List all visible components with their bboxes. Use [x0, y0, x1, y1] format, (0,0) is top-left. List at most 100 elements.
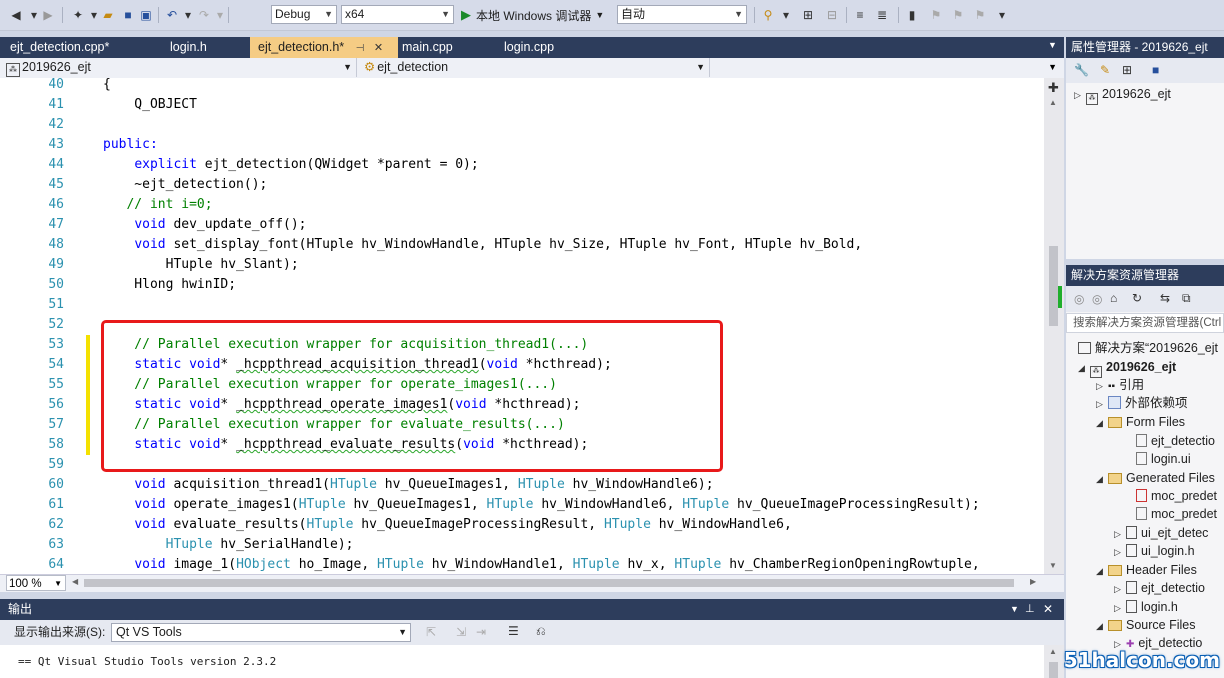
panel-menu-icon[interactable]: ▼	[1010, 599, 1019, 620]
tab-login-cpp[interactable]: login.cpp	[498, 37, 606, 58]
history-icon[interactable]: ↻	[1132, 291, 1142, 305]
output-source-select[interactable]: Qt VS Tools ▼	[111, 623, 411, 642]
editor-vertical-scrollbar[interactable]: ✚ ▲ ▼	[1044, 78, 1064, 574]
wrench-icon[interactable]: 🔧	[1074, 63, 1089, 77]
tab-overflow-icon[interactable]: ▼	[1048, 40, 1057, 50]
layout-icon[interactable]: ⊟	[824, 7, 840, 23]
close-icon[interactable]: ✕	[1043, 599, 1053, 620]
member-scope-select[interactable]: ▼	[711, 58, 1061, 77]
line-number: 57	[48, 417, 64, 432]
file-item[interactable]: ▷ login.h	[1114, 598, 1178, 616]
play-icon: ▶	[461, 7, 471, 22]
expand-icon: ▷	[1096, 381, 1103, 391]
zoom-select[interactable]: 100 % ▼	[6, 575, 66, 591]
line-number: 49	[48, 257, 64, 272]
pin-icon[interactable]: ⊣	[356, 43, 365, 54]
solution-search-input[interactable]: 搜索解决方案资源管理器(Ctrl	[1066, 313, 1224, 333]
form-files-folder[interactable]: ◢ Form Files	[1096, 413, 1185, 431]
file-item[interactable]: login.ui	[1136, 450, 1191, 468]
file-item[interactable]: ▷ ui_login.h	[1114, 542, 1195, 560]
dropdown-arrow-icon[interactable]: ▾	[778, 7, 794, 23]
code-editor[interactable]: 40 41 42 43 44 45 46 47 48 49 50 51 52 5…	[0, 78, 1044, 574]
undo-icon[interactable]: ↶	[164, 7, 180, 23]
horizontal-scrollbar-thumb[interactable]	[84, 579, 1014, 587]
back-icon[interactable]: ◀	[8, 7, 24, 23]
line-number-gutter: 40 41 42 43 44 45 46 47 48 49 50 51 52 5…	[0, 78, 98, 574]
scroll-right-icon[interactable]: ▶	[1030, 577, 1036, 586]
find-icon[interactable]: ⚲	[760, 7, 776, 23]
prev-message-icon[interactable]: ⇱	[426, 625, 436, 639]
next-bookmark-icon[interactable]: ⚑	[950, 7, 966, 23]
scroll-down-icon[interactable]: ▼	[1049, 561, 1057, 570]
prev-bookmark-icon[interactable]: ⚑	[928, 7, 944, 23]
watermark-logo: 51halcon.com	[1063, 648, 1220, 672]
folder-icon	[1108, 620, 1122, 631]
close-icon[interactable]: ✕	[374, 42, 383, 54]
toolbar-options-icon[interactable]: ▾	[994, 7, 1010, 23]
add-existing-icon[interactable]: ⊞	[1122, 63, 1132, 77]
tab-ejt-detection-cpp[interactable]: ejt_detection.cpp*	[0, 37, 160, 58]
bookmark-icon[interactable]: ▮	[904, 7, 920, 23]
code-line: HTuple hv_SerialHandle);	[165, 537, 354, 552]
project-node[interactable]: ◢ ⁂ 2019626_ejt	[1078, 358, 1176, 378]
next-message-icon[interactable]: ⇲	[456, 625, 466, 639]
generated-files-folder[interactable]: ◢ Generated Files	[1096, 469, 1215, 487]
project-scope-select[interactable]: ⁂ 2019626_ejt ▼	[6, 58, 357, 77]
word-wrap-icon[interactable]: ⎌	[536, 624, 546, 639]
forward-icon[interactable]: ▶	[40, 7, 56, 23]
dropdown-arrow-icon[interactable]: ▾	[180, 7, 196, 23]
save-all-icon[interactable]: ▣	[138, 7, 154, 23]
split-icon[interactable]: ✚	[1048, 80, 1059, 96]
goto-icon[interactable]: ⇥	[476, 625, 486, 639]
clear-bookmarks-icon[interactable]: ⚑	[972, 7, 988, 23]
scrollbar-thumb[interactable]	[1049, 246, 1058, 326]
references-node[interactable]: ▷ ▪▪ 引用	[1096, 376, 1144, 394]
output-vertical-scrollbar[interactable]: ▲	[1044, 645, 1064, 678]
back-icon[interactable]: ◎	[1074, 292, 1084, 306]
home-icon[interactable]: ⌂	[1110, 291, 1117, 305]
redo-icon[interactable]: ↷	[196, 7, 212, 23]
file-item[interactable]: ▷ ui_ejt_detec	[1114, 524, 1208, 542]
project-icon: ⁂	[1086, 93, 1098, 105]
save-icon[interactable]: ■	[120, 7, 136, 23]
solution-root[interactable]: 解决方案“2019626_ejt	[1078, 339, 1218, 357]
scroll-left-icon[interactable]: ◀	[72, 577, 78, 586]
class-scope-select[interactable]: ⚙ ejt_detection ▼	[364, 58, 710, 77]
forward-icon[interactable]: ◎	[1092, 292, 1102, 306]
file-item[interactable]: ▷ ejt_detectio	[1114, 579, 1205, 597]
collapse-all-icon[interactable]: ⧉	[1182, 291, 1191, 306]
file-icon	[1136, 507, 1147, 520]
folder-icon	[1108, 473, 1122, 484]
class-view-icon[interactable]: ⊞	[800, 7, 816, 23]
clear-all-icon[interactable]: ☰	[508, 624, 519, 638]
comment-icon[interactable]: ≡	[852, 7, 868, 23]
file-item[interactable]: ejt_detectio	[1136, 432, 1215, 450]
pin-icon[interactable]: ⊥	[1025, 599, 1035, 620]
dropdown-arrow-icon[interactable]: ▾	[212, 7, 228, 23]
uncomment-icon[interactable]: ≣	[874, 7, 890, 23]
solution-config-select[interactable]: Debug ▼	[271, 5, 337, 24]
save-icon[interactable]: ■	[1152, 63, 1159, 77]
tab-login-h[interactable]: login.h	[160, 37, 250, 58]
new-project-icon[interactable]: ✦	[70, 7, 86, 23]
open-folder-icon[interactable]: ▰	[100, 7, 116, 23]
tab-ejt-detection-h[interactable]: ejt_detection.h* ⊣ ✕	[250, 37, 398, 58]
platform-select[interactable]: x64 ▼	[341, 5, 454, 24]
start-debug-button[interactable]: ▶ 本地 Windows 调试器 ▼	[461, 5, 604, 25]
line-number: 40	[48, 78, 64, 92]
scroll-up-icon[interactable]: ▲	[1049, 647, 1057, 656]
tab-main-cpp[interactable]: main.cpp	[398, 37, 498, 58]
scroll-up-icon[interactable]: ▲	[1049, 98, 1057, 107]
scrollbar-thumb[interactable]	[1049, 662, 1058, 678]
sync-icon[interactable]: ⇆	[1160, 291, 1170, 305]
debug-mode-select[interactable]: 自动 ▼	[617, 5, 747, 24]
external-dependencies-node[interactable]: ▷ 外部依赖项	[1096, 394, 1188, 412]
header-files-folder[interactable]: ◢ Header Files	[1096, 561, 1197, 579]
file-item[interactable]: moc_predet	[1136, 487, 1217, 505]
property-tree-root[interactable]: ▷ ⁂ 2019626_ejt	[1074, 85, 1171, 105]
code-line: void acquisition_thread1(HTuple hv_Queue…	[134, 477, 714, 492]
source-files-folder[interactable]: ◢ Source Files	[1096, 616, 1195, 634]
add-property-sheet-icon[interactable]: ✎	[1100, 63, 1110, 77]
expand-icon: ▷	[1114, 529, 1121, 539]
file-item[interactable]: moc_predet	[1136, 505, 1217, 523]
